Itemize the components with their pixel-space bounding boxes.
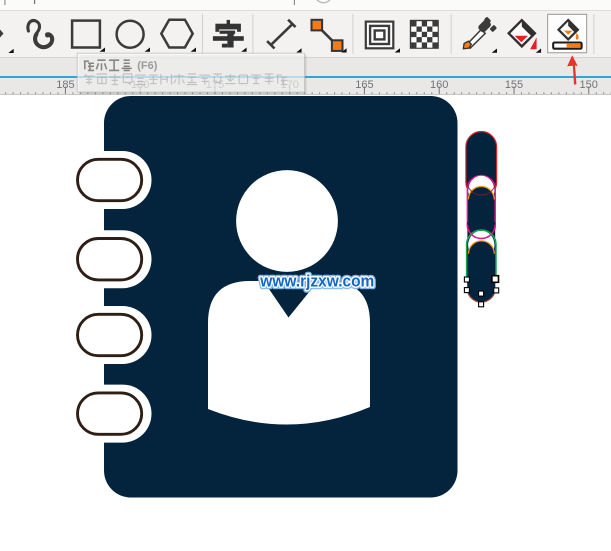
svg-text:155: 155: [505, 79, 523, 91]
svg-text:165: 165: [355, 79, 373, 91]
svg-text:www.rjzxw.com: www.rjzxw.com: [259, 272, 374, 291]
svg-text:185: 185: [56, 79, 74, 91]
svg-text:150: 150: [580, 79, 598, 91]
svg-text:160: 160: [430, 79, 448, 91]
svg-text:(F6): (F6): [137, 60, 158, 72]
